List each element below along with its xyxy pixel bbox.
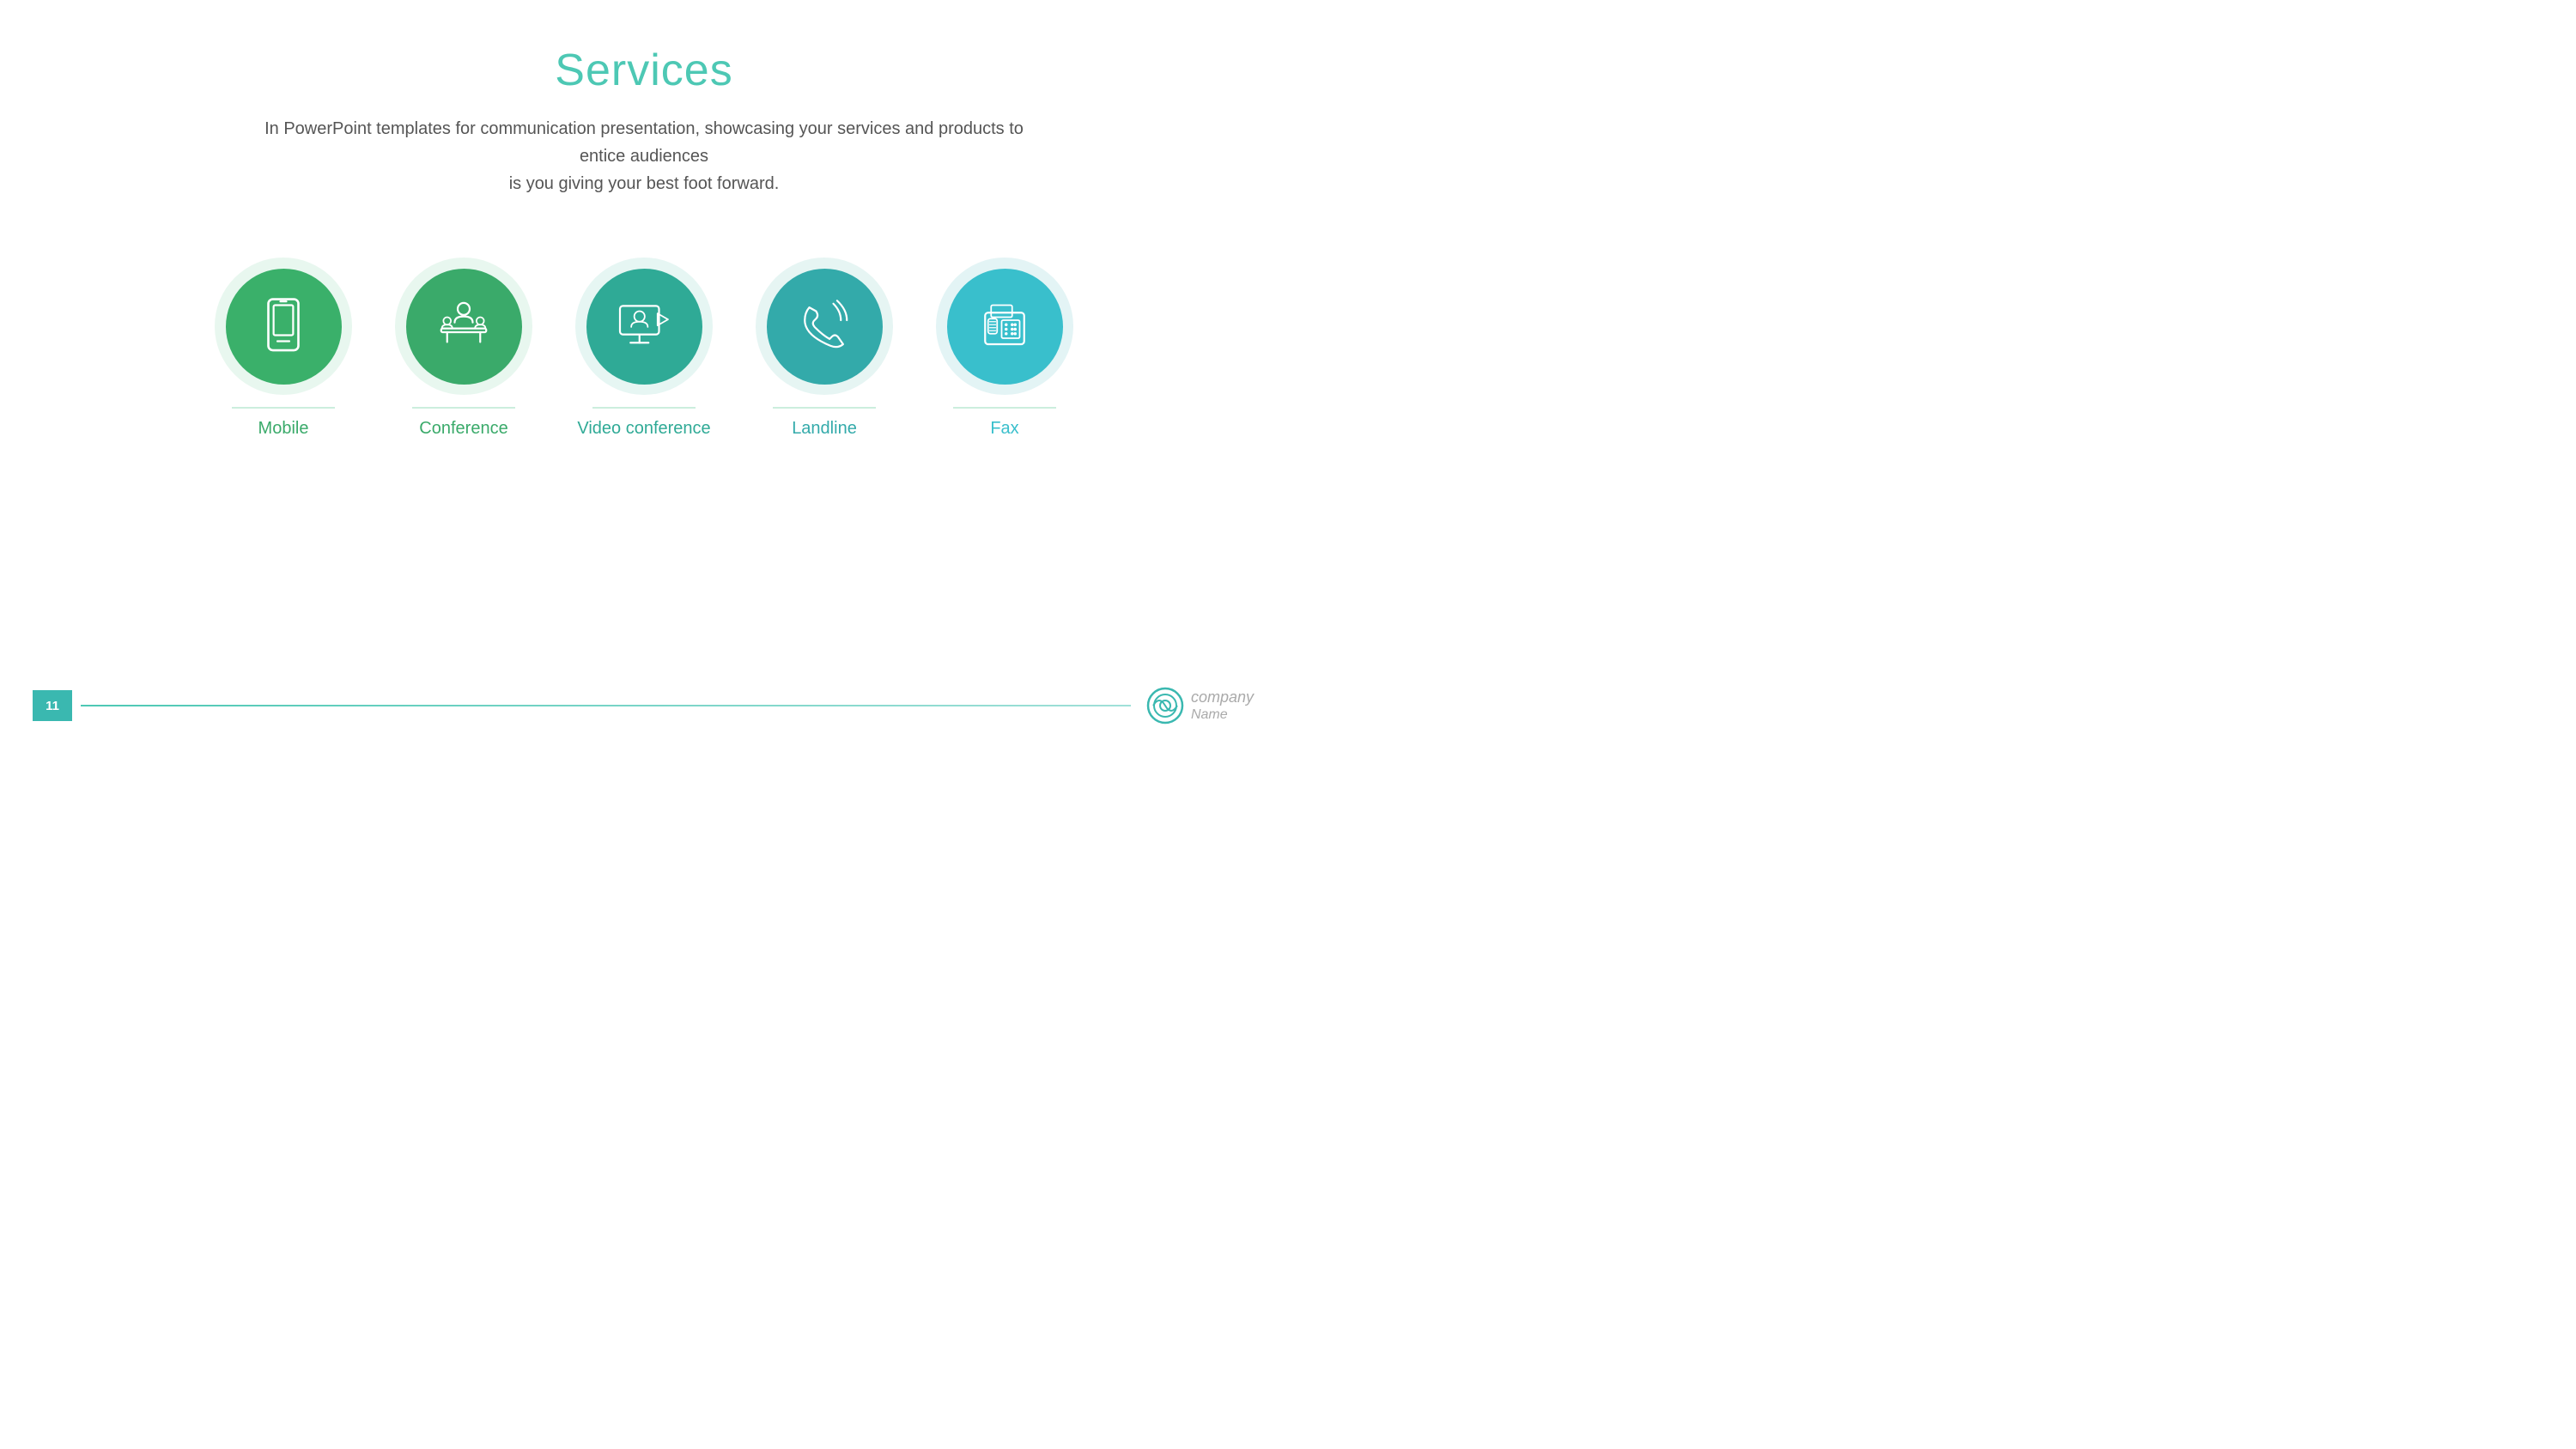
- fax-outer-circle: [936, 258, 1073, 395]
- company-name-top: company: [1191, 688, 1254, 707]
- service-landline: Landline: [751, 258, 897, 439]
- slide-subtitle: In PowerPoint templates for communicatio…: [258, 115, 1030, 197]
- slide-title: Services: [555, 45, 732, 96]
- mobile-outer-circle: [215, 258, 352, 395]
- landline-inner-circle: [767, 269, 883, 385]
- service-mobile: Mobile: [210, 258, 356, 439]
- videoconf-label: Video conference: [577, 419, 710, 439]
- service-fax: Fax: [932, 258, 1078, 439]
- company-logo-area: company Name: [1146, 687, 1254, 724]
- mobile-label: Mobile: [258, 419, 309, 439]
- company-name-bottom: Name: [1191, 706, 1254, 723]
- videoconf-icon: [614, 296, 674, 356]
- footer-line: [81, 705, 1131, 706]
- mobile-icon: [253, 296, 313, 356]
- landline-icon: [794, 296, 854, 356]
- services-row: Mobile: [210, 258, 1078, 439]
- fax-label: Fax: [990, 419, 1018, 439]
- mobile-inner-circle: [226, 269, 342, 385]
- slide: Services In PowerPoint templates for com…: [0, 0, 1288, 724]
- videoconf-outer-circle: [575, 258, 713, 395]
- service-conference: Conference: [391, 258, 537, 439]
- conference-icon: [434, 296, 494, 356]
- fax-inner-circle: [947, 269, 1063, 385]
- videoconf-inner-circle: [586, 269, 702, 385]
- fax-divider: [953, 407, 1056, 409]
- mobile-divider: [232, 407, 335, 409]
- conference-outer-circle: [395, 258, 532, 395]
- conference-inner-circle: [406, 269, 522, 385]
- fax-icon: [975, 296, 1035, 356]
- service-videoconf: Video conference: [571, 258, 717, 439]
- company-text: company Name: [1191, 688, 1254, 724]
- page-number: 11: [33, 690, 72, 721]
- landline-outer-circle: [756, 258, 893, 395]
- footer: 11 company Name: [0, 687, 1288, 724]
- company-logo-icon: [1146, 687, 1184, 724]
- conference-divider: [412, 407, 515, 409]
- conference-label: Conference: [419, 419, 507, 439]
- videoconf-divider: [592, 407, 696, 409]
- landline-label: Landline: [792, 419, 857, 439]
- landline-divider: [773, 407, 876, 409]
